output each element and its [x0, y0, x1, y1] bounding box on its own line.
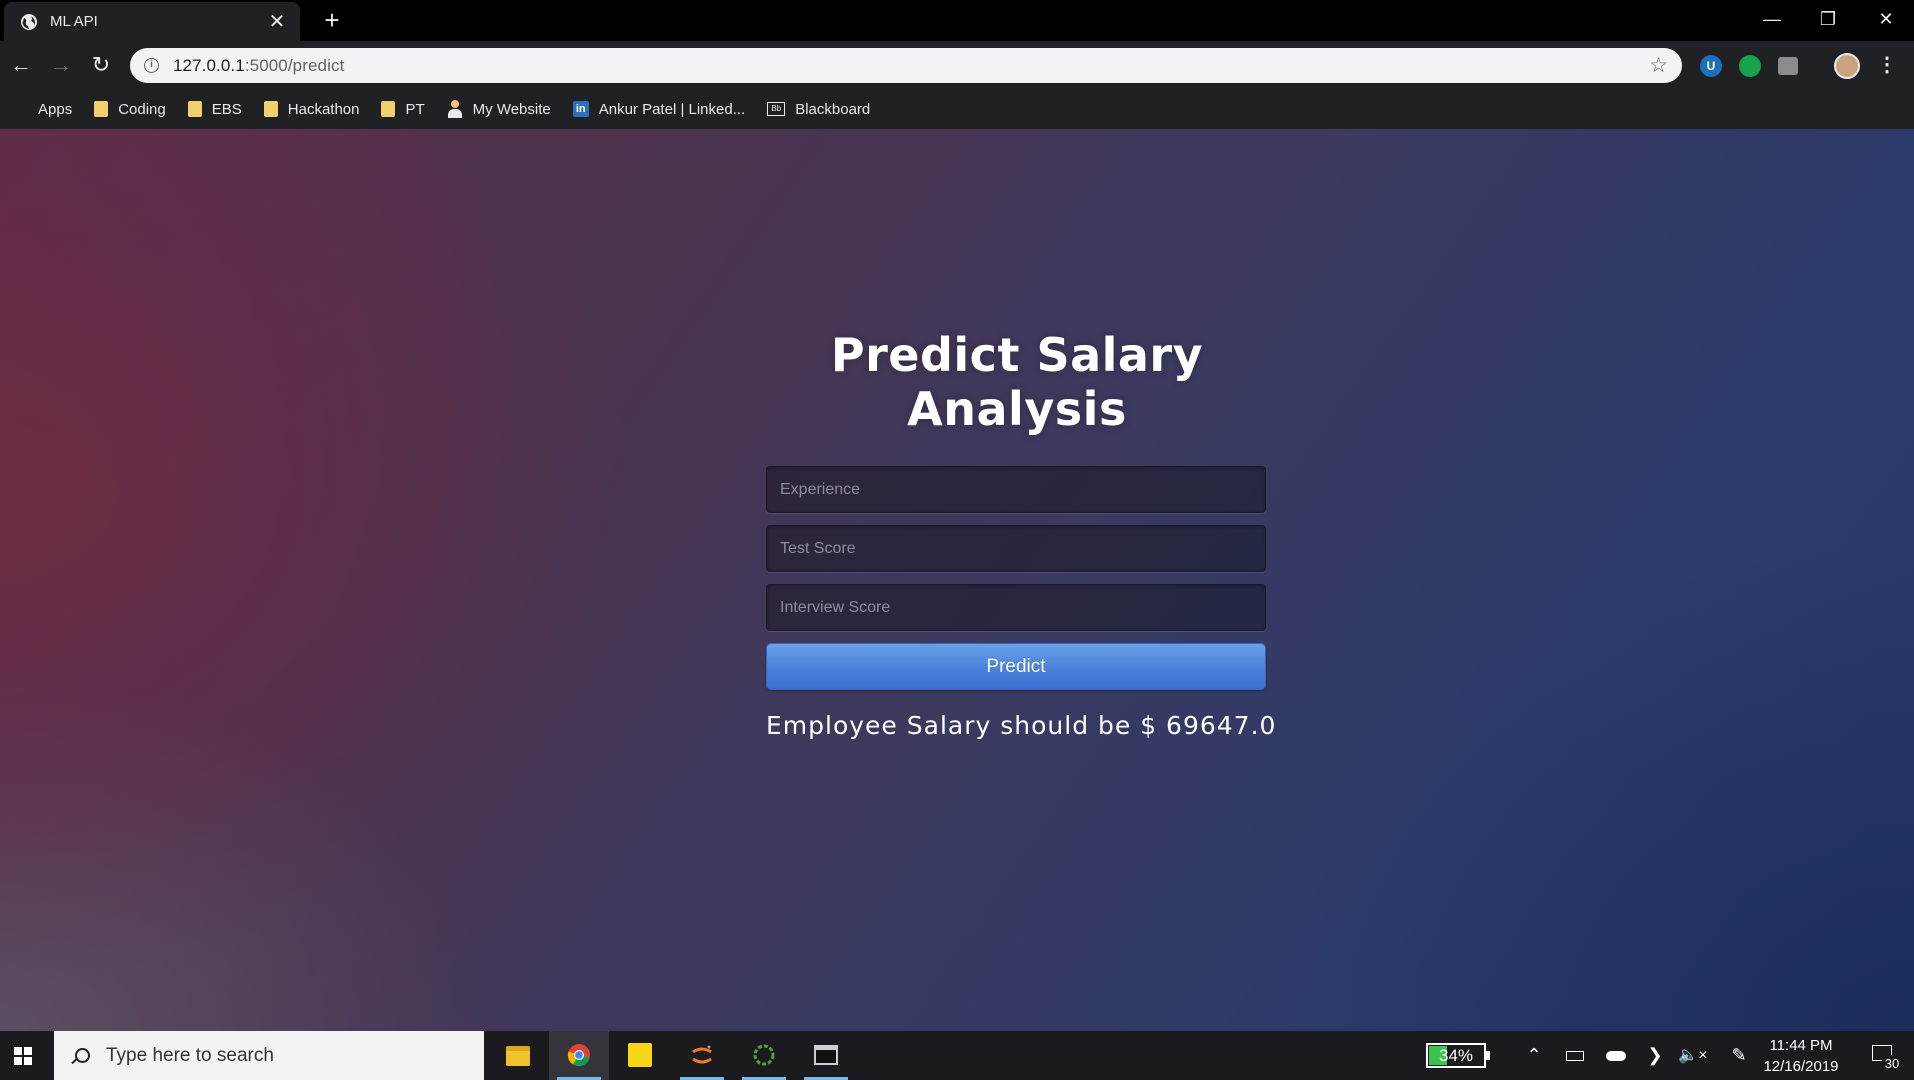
tab-title: ML API: [50, 13, 98, 30]
search-icon: [70, 1047, 90, 1065]
sticky-notes-button[interactable]: [610, 1031, 670, 1080]
bookmark-linkedin[interactable]: in Ankur Patel | Linked...: [572, 100, 746, 118]
browser-tab[interactable]: ML API ✕: [4, 2, 300, 41]
bookmark-star-icon[interactable]: ☆: [1649, 53, 1668, 78]
back-icon[interactable]: ←: [6, 50, 36, 80]
bookmark-label: Apps: [38, 100, 73, 118]
browser-toolbar: ← → ↻ i 127.0.0.1:5000/predict ☆ U ⋮: [0, 41, 1914, 89]
taskbar-search-box[interactable]: Type here to search: [54, 1031, 484, 1080]
folder-icon: [187, 101, 202, 117]
bookmark-label: My Website: [472, 100, 551, 118]
address-bar[interactable]: i 127.0.0.1:5000/predict ☆: [130, 48, 1682, 83]
volume-muted-icon[interactable]: 🔈×: [1678, 1031, 1708, 1080]
close-window-button[interactable]: ✕: [1858, 0, 1914, 38]
new-tab-button[interactable]: +: [318, 6, 346, 34]
chrome-button[interactable]: [549, 1031, 609, 1080]
profile-avatar[interactable]: [1834, 53, 1860, 79]
extension-green-icon[interactable]: [1739, 55, 1761, 77]
terminal-icon: [814, 1045, 838, 1065]
notification-count: 30: [1882, 1055, 1902, 1073]
predict-button[interactable]: Predict: [766, 643, 1266, 690]
url-path: :5000/predict: [244, 55, 345, 75]
apps-grid-icon: [12, 101, 28, 117]
battery-indicator[interactable]: 34%: [1426, 1043, 1490, 1068]
linkedin-icon: in: [572, 101, 589, 117]
extension-briefcase-icon[interactable]: [1778, 57, 1798, 75]
bookmark-coding[interactable]: Coding: [94, 101, 166, 118]
folder-icon: [94, 101, 109, 117]
windows-taskbar: Type here to search 34% ⌃ ❯ 🔈× ✎ 11:44 P…: [0, 1031, 1914, 1080]
bookmark-ebs[interactable]: EBS: [187, 100, 242, 118]
show-hidden-icons-chevron-icon[interactable]: ⌃: [1520, 1031, 1548, 1080]
anaconda-button[interactable]: [734, 1031, 794, 1080]
battery-percent: 34%: [1438, 1046, 1474, 1065]
bookmark-label: EBS: [211, 100, 242, 118]
bookmark-label: Ankur Patel | Linked...: [598, 100, 746, 118]
restore-button[interactable]: ❐: [1800, 0, 1856, 38]
onedrive-cloud-icon[interactable]: [1600, 1031, 1632, 1080]
blackboard-icon: Bb: [767, 102, 786, 116]
url-text[interactable]: 127.0.0.1:5000/predict: [173, 56, 1649, 76]
test-score-input[interactable]: [766, 525, 1266, 572]
bookmark-label: Hackathon: [287, 100, 360, 118]
chrome-menu-icon[interactable]: ⋮: [1872, 50, 1902, 80]
bookmark-label: Coding: [118, 100, 166, 118]
wifi-icon[interactable]: ❯: [1640, 1031, 1670, 1080]
bookmark-pt[interactable]: PT: [381, 100, 425, 118]
prediction-result: Employee Salary should be $ 69647.0: [766, 711, 1277, 740]
site-info-icon[interactable]: i: [144, 58, 159, 73]
tab-strip: ML API ✕ + — ❐ ✕: [0, 0, 1914, 41]
close-tab-icon[interactable]: ✕: [266, 12, 288, 32]
page-title: Predict Salary Analysis: [830, 328, 1204, 436]
search-placeholder: Type here to search: [106, 1044, 274, 1066]
action-center-button[interactable]: 30: [1858, 1031, 1908, 1080]
experience-input[interactable]: [766, 466, 1266, 513]
reload-icon[interactable]: ↻: [86, 50, 116, 80]
bookmark-my-website[interactable]: My Website: [447, 100, 551, 118]
terminal-button[interactable]: [796, 1031, 856, 1080]
globe-icon: [21, 13, 37, 30]
person-icon: [447, 100, 463, 118]
sticky-notes-icon: [628, 1043, 652, 1067]
page-viewport: Predict Salary Analysis Predict Employee…: [0, 129, 1914, 1031]
clock-date: 12/16/2019: [1763, 1058, 1839, 1075]
minimize-button[interactable]: —: [1744, 0, 1800, 38]
start-button[interactable]: [0, 1031, 48, 1080]
file-explorer-icon: [506, 1046, 530, 1066]
jupyter-button[interactable]: [672, 1031, 732, 1080]
bookmark-hackathon[interactable]: Hackathon: [263, 100, 360, 118]
file-explorer-button[interactable]: [488, 1031, 548, 1080]
url-host: 127.0.0.1: [173, 55, 245, 75]
bookmark-blackboard[interactable]: Bb Blackboard: [767, 101, 870, 118]
power-icon[interactable]: [1560, 1031, 1590, 1080]
forward-icon[interactable]: →: [46, 50, 76, 80]
pen-icon[interactable]: ✎: [1724, 1031, 1754, 1080]
system-clock[interactable]: 11:44 PM 12/16/2019: [1760, 1035, 1842, 1077]
extension-u-icon[interactable]: U: [1700, 55, 1722, 77]
folder-icon: [381, 101, 396, 117]
predict-form: Predict Salary Analysis Predict: [766, 328, 1268, 690]
anaconda-icon: [753, 1044, 775, 1066]
bookmarks-bar: Apps Coding EBS Hackathon PT My Website …: [0, 89, 1914, 129]
bookmark-apps[interactable]: Apps: [12, 101, 72, 118]
chrome-icon: [567, 1044, 590, 1067]
jupyter-icon: [692, 1045, 712, 1064]
interview-score-input[interactable]: [766, 584, 1266, 631]
bookmark-label: PT: [405, 100, 425, 118]
clock-time: 11:44 PM: [1769, 1037, 1833, 1054]
folder-icon: [263, 101, 278, 117]
bookmark-label: Blackboard: [795, 100, 871, 118]
windows-logo-icon: [14, 1047, 32, 1065]
